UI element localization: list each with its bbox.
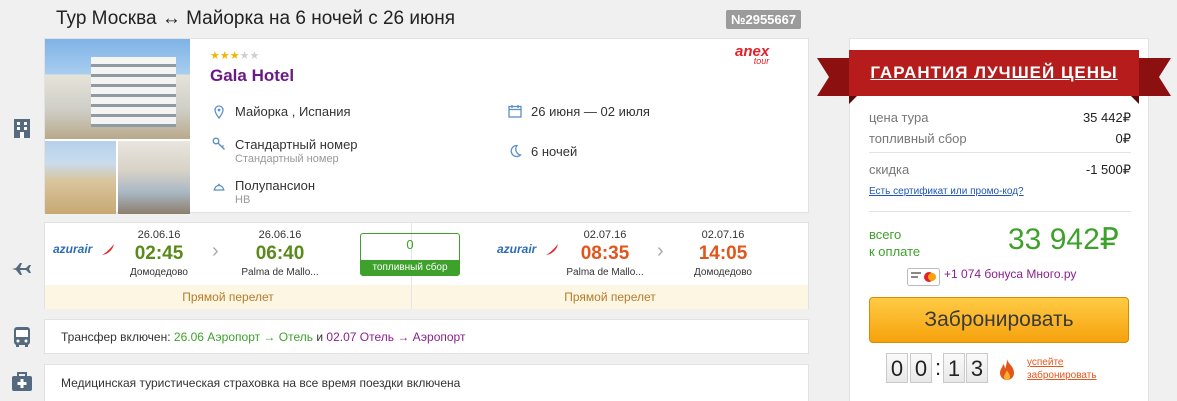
tour-id-badge: №2955667 [726,10,802,29]
discount-value: -1 500₽ [1085,162,1131,177]
fuel-charge-label: топливный сбор [361,260,459,275]
hurry-line1: успейте [1027,357,1064,368]
star-icon: ★ [249,50,260,62]
transfer-row: Трансфер включен: 26.06 Аэропорт → Отель… [44,319,809,354]
total-price: 33 942₽ [1008,223,1119,256]
room-key-icon [212,137,225,150]
best-price-ribbon-text: ГАРАНТИЯ ЛУЧШЕЙ ЦЕНЫ [870,63,1118,82]
insurance-row: Медицинская туристическая страховка на в… [44,364,809,401]
inbound-dep-airport: Palma de Mallo... [566,267,644,278]
inbound-arr-time: 14:05 [698,243,748,264]
inbound-dep-date: 02.07.16 [583,229,627,241]
timer-colon: : [935,355,942,380]
operator-logo: anex tour [735,43,769,66]
room-info: Стандартный номер Стандартный номер [235,137,358,165]
hotel-photo-lobby[interactable] [118,141,190,214]
total-label-line2: к оплате [869,244,921,259]
tour-price-label: цена тура [869,110,929,125]
star-icon: ★ [210,50,220,62]
hurry-line2: забронировать [1027,370,1097,381]
tour-price-value: 35 442₽ [1082,110,1131,125]
best-price-ribbon[interactable]: ГАРАНТИЯ ЛУЧШЕЙ ЦЕНЫ [817,50,1171,104]
timer-digit: 0 [910,353,932,383]
outbound-flight-type: Прямой перелет [45,285,411,309]
outbound-dep-airport: Домодедово [130,267,188,278]
hotel-photo-beach[interactable] [45,141,116,214]
inbound-flight-type: Прямой перелет [412,285,808,309]
meal-type: Полупансион [235,178,315,193]
discount-row: скидка -1 500₽ [869,162,1131,177]
star-icon: ★ [229,50,240,62]
inbound-dep-time: 08:35 [580,243,630,264]
inbound-arr-airport: Домодедово [694,267,752,278]
meal-code: HB [235,194,251,206]
hotel-photo-main[interactable] [45,39,190,139]
fuel-fee-label: топливный сбор [869,131,967,146]
tour-price-row: цена тура 35 442₽ [869,110,1131,125]
hotel-name[interactable]: Gala Hotel [210,66,294,86]
transfer-leg-2: 02.07 Отель → Аэропорт [326,330,466,344]
bonus-text[interactable]: +1 074 бонуса Много.ру [944,267,1076,281]
hotel-card: ★★★★★ Gala Hotel anex tour Майорка , Исп… [44,38,809,214]
inbound-arr-date: 02.07.16 [701,229,745,241]
promo-code-link[interactable]: Есть сертификат или промо-код? [869,186,1024,197]
discount-label: скидка [869,162,910,177]
total-label: всего к оплате [869,226,920,260]
bus-icon [14,327,30,347]
star-icon: ★ [239,50,250,62]
calendar-icon [508,105,522,118]
timer-digit: 1 [943,353,965,383]
outbound-dep-date: 26.06.16 [137,229,181,241]
hotel-icon [14,119,30,138]
star-icon: ★ [219,50,230,62]
hurry-book-link[interactable]: успейте забронировать [1027,356,1097,382]
meal-icon [213,183,225,191]
airline-logo-inbound: azurair [497,242,537,256]
fuel-fee-value: 0₽ [1115,131,1131,146]
moon-icon [510,144,522,158]
mnogo-card-icon [907,268,940,286]
page-title: Тур Москва ↔ Майорка на 6 ночей с 26 июн… [56,8,456,29]
flights-card: azurair 26.06.16 02:45 Домодедово › 26.0… [44,222,809,309]
location-pin-icon [214,105,224,119]
chevron-right-icon: › [212,240,219,262]
medkit-icon [12,372,32,391]
outbound-arr-time: 06:40 [255,243,305,264]
outbound-arr-date: 26.06.16 [258,229,302,241]
tour-dates: 26 июня — 02 июля [531,104,650,119]
transfer-leg-1: 26.06 Аэропорт → Отель [173,330,313,344]
plane-icon [12,263,31,275]
insurance-text: Медицинская туристическая страховка на в… [61,376,461,390]
transfer-and: и [316,330,324,344]
timer-digit: 0 [886,353,908,383]
book-button[interactable]: Забронировать [869,297,1129,343]
airline-logo-outbound: azurair [53,242,93,256]
transfer-label: Трансфер включен: [61,330,171,344]
room-type-sub: Стандартный номер [235,153,339,165]
hotel-location: Майорка , Испания [235,104,351,119]
nights-count: 6 ночей [531,144,578,159]
total-label-line1: всего [869,227,902,242]
room-type: Стандартный номер [235,137,358,152]
outbound-arr-airport: Palma de Mallo... [241,267,319,278]
divider [869,152,1131,153]
fuel-fee-row: топливный сбор 0₽ [869,131,1131,146]
meal-info: Полупансион HB [235,178,315,206]
timer-digit: 3 [966,353,988,383]
fuel-charge-value: 0 [406,237,414,252]
fuel-charge-box: 0 топливный сбор [360,233,460,276]
fire-icon [1000,359,1014,380]
outbound-dep-time: 02:45 [134,243,184,264]
divider [869,211,1131,212]
hotel-stars: ★★★★★ [210,49,259,62]
chevron-right-icon: › [657,240,664,262]
